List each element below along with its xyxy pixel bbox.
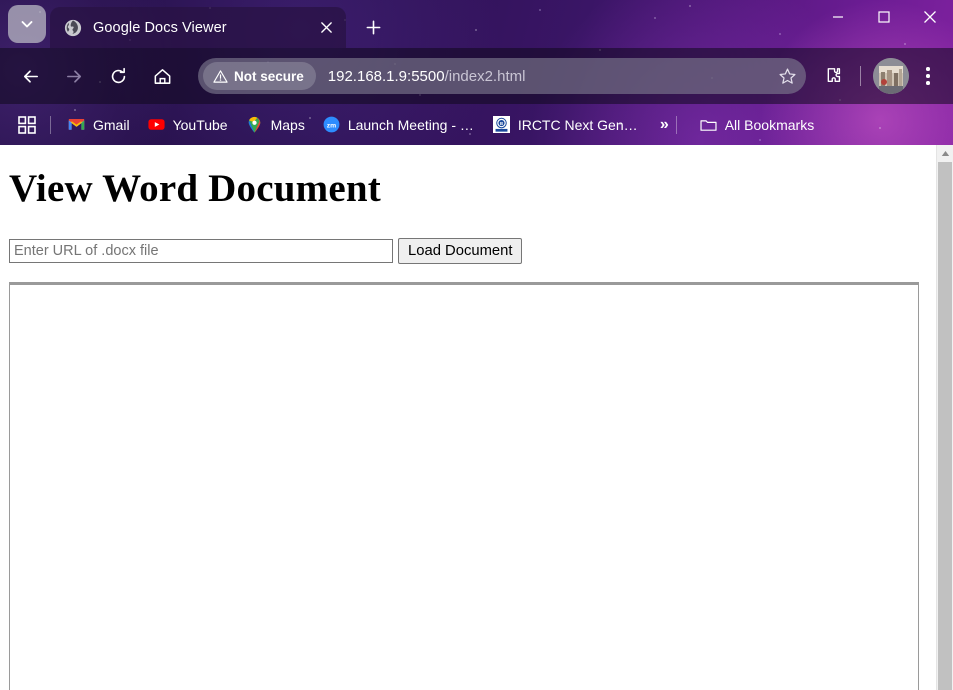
globe-icon <box>64 19 82 36</box>
page-viewport: View Word Document Load Document <box>0 145 953 690</box>
toolbar-divider <box>860 66 861 86</box>
address-bar-url[interactable]: 192.168.1.9:5500/index2.html <box>328 68 526 85</box>
document-render-area <box>9 282 919 690</box>
minimize-button[interactable] <box>815 0 861 33</box>
page-title: View Word Document <box>9 167 381 210</box>
forward-button[interactable] <box>57 59 91 93</box>
zoom-icon: zm <box>323 116 340 133</box>
bookmark-label: Gmail <box>93 116 130 133</box>
svg-text:B: B <box>500 121 503 126</box>
address-bar[interactable]: Not secure 192.168.1.9:5500/index2.html <box>198 58 806 94</box>
bookmarks-separator-right <box>675 115 677 134</box>
plus-icon <box>366 20 380 34</box>
back-button[interactable] <box>13 59 47 93</box>
page-scrollbar[interactable] <box>936 145 953 690</box>
load-document-button[interactable]: Load Document <box>398 238 523 264</box>
avatar <box>873 58 909 94</box>
tab-strip: Google Docs Viewer <box>0 0 953 48</box>
tab-google-docs-viewer[interactable]: Google Docs Viewer <box>50 7 346 48</box>
reload-icon <box>111 67 125 83</box>
scrollbar-track[interactable] <box>937 162 953 690</box>
close-button[interactable] <box>907 0 953 33</box>
profile-avatar[interactable] <box>873 58 909 94</box>
chrome-menu-button[interactable] <box>913 59 943 93</box>
gmail-icon <box>68 119 85 130</box>
minimize-icon <box>833 15 843 18</box>
bookmark-label: IRCTC Next Generati... <box>517 116 645 133</box>
bookmark-launch-meeting[interactable]: zm Launch Meeting - Z... <box>314 111 484 139</box>
web-page-content: View Word Document Load Document <box>0 145 936 690</box>
google-maps-icon <box>248 116 260 133</box>
docx-url-input[interactable] <box>9 239 393 263</box>
close-icon <box>924 10 936 23</box>
bookmark-maps[interactable]: Maps <box>237 111 314 139</box>
irctc-icon: B <box>492 116 510 133</box>
bookmark-youtube[interactable]: YouTube <box>139 111 237 139</box>
bookmark-gmail[interactable]: Gmail <box>59 111 139 139</box>
all-bookmarks-label: All Bookmarks <box>724 116 815 133</box>
svg-text:zm: zm <box>327 122 336 129</box>
bookmark-label: YouTube <box>172 116 228 133</box>
new-tab-button[interactable] <box>356 10 390 44</box>
three-dots-vertical-icon <box>926 81 930 85</box>
warning-triangle-icon <box>213 69 228 83</box>
apps-shortcut-button[interactable] <box>14 112 40 138</box>
url-host: 192.168.1.9:5500 <box>327 67 445 85</box>
bookmarks-overflow-button[interactable]: » <box>654 116 674 134</box>
security-label: Not secure <box>234 68 304 84</box>
document-url-controls: Load Document <box>9 238 928 264</box>
maximize-button[interactable] <box>861 0 907 33</box>
bookmark-label: Maps <box>270 116 305 133</box>
scrollbar-up-arrow[interactable] <box>937 145 953 162</box>
tab-title: Google Docs Viewer <box>93 19 227 36</box>
three-dots-vertical-icon <box>926 74 930 78</box>
folder-icon <box>700 120 717 131</box>
chevron-down-icon <box>21 21 33 28</box>
arrow-right-icon <box>66 69 81 83</box>
scrollbar-thumb[interactable] <box>938 162 952 690</box>
bookmark-irctc[interactable]: B IRCTC Next Generati... <box>484 111 654 139</box>
puzzle-piece-icon <box>827 68 841 83</box>
url-path: /index2.html <box>444 67 526 85</box>
bookmark-star-button[interactable] <box>772 61 802 91</box>
bookmark-label: Launch Meeting - Z... <box>347 116 475 133</box>
youtube-icon <box>147 119 165 130</box>
home-icon <box>154 68 170 84</box>
browser-toolbar: Not secure 192.168.1.9:5500/index2.html <box>0 48 953 104</box>
bookmarks-bar: Gmail YouTube Maps zm Launch Meeting - Z… <box>0 104 953 145</box>
maximize-icon <box>878 10 890 23</box>
tab-search-button[interactable] <box>8 5 46 43</box>
arrow-left-icon <box>23 69 38 83</box>
reload-button[interactable] <box>101 59 135 93</box>
all-bookmarks-button[interactable]: All Bookmarks <box>691 111 823 139</box>
bookmarks-separator <box>50 115 51 134</box>
browser-window: Google Docs Viewer Not secure 192.168.1.… <box>0 0 953 690</box>
window-controls <box>815 0 953 48</box>
three-dots-vertical-icon <box>926 67 930 71</box>
home-button[interactable] <box>145 59 179 93</box>
close-icon <box>320 22 332 33</box>
triangle-up-icon <box>941 151 949 156</box>
extensions-button[interactable] <box>817 60 849 92</box>
star-icon <box>778 67 796 84</box>
tab-close-button[interactable] <box>314 16 338 40</box>
site-security-chip[interactable]: Not secure <box>203 62 316 90</box>
apps-grid-icon <box>18 115 36 134</box>
